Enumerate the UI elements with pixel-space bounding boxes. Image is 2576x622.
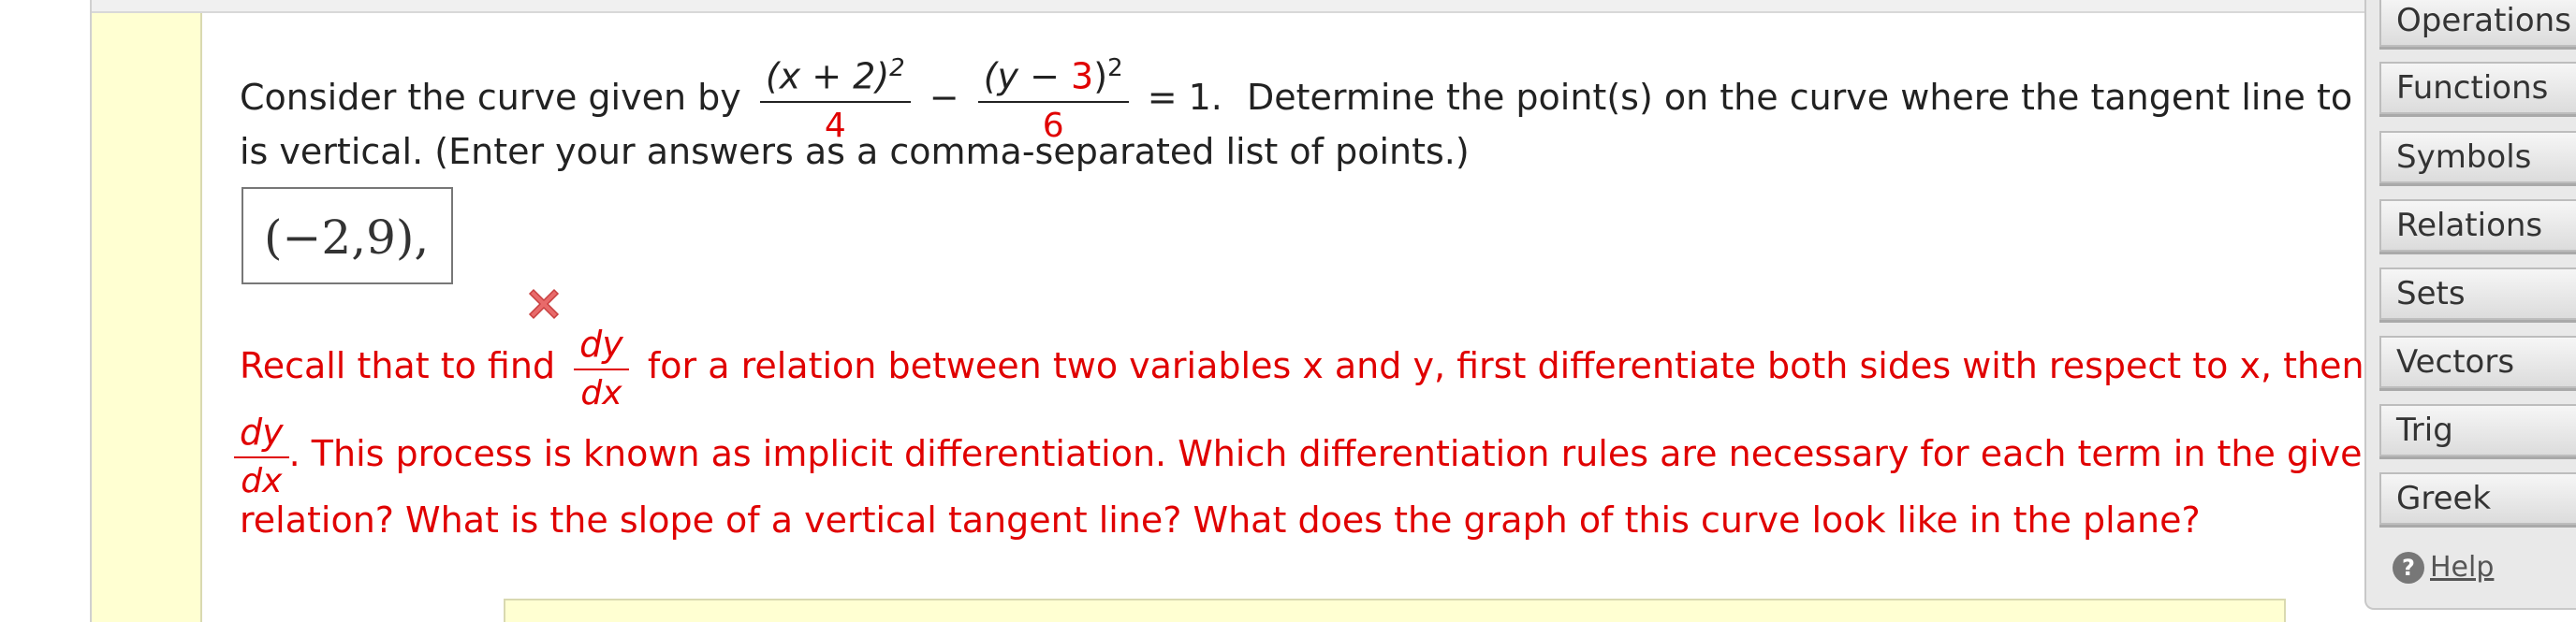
fraction-x-numerator: (x + 2)2	[759, 54, 911, 103]
feedback-text-start: Recall that to find	[240, 345, 556, 386]
minus-sign: −	[929, 76, 959, 118]
dx-denominator-2: dx	[241, 462, 283, 500]
question-line-1: Consider the curve given by (x + 2)2 4 −…	[240, 54, 2364, 145]
page: Consider the curve given by (x + 2)2 4 −…	[0, 0, 2576, 622]
palette-vectors-button[interactable]: Vectors	[2379, 336, 2576, 388]
help-label: Help	[2430, 551, 2495, 584]
dy-numerator-2: dy	[234, 412, 289, 458]
feedback-line-1: Recall that to find dy dx for a relation…	[240, 324, 2364, 412]
help-link[interactable]: ? Help	[2393, 550, 2494, 584]
feedback-line-2: dy dx . This process is known as implici…	[234, 412, 2364, 500]
dy-numerator: dy	[574, 324, 629, 370]
equals-one: = 1.	[1147, 76, 1222, 118]
palette-sets-button[interactable]: Sets	[2379, 268, 2576, 320]
question-line-2: is vertical. (Enter your answers as a co…	[240, 131, 1470, 172]
feedback-line-3: relation? What is the slope of a vertica…	[240, 499, 2201, 541]
dy-dx-fraction-2: dy dx	[234, 412, 289, 500]
panel-top-edge	[90, 0, 2364, 13]
dx-denominator: dx	[580, 374, 622, 412]
palette-relations-button[interactable]: Relations	[2379, 199, 2576, 252]
symbol-palette: Operations Functions Symbols Relations S…	[2364, 0, 2576, 610]
bottom-yellow-panel	[504, 599, 2286, 622]
question-intro: Consider the curve given by	[240, 76, 741, 118]
palette-greek-button[interactable]: Greek	[2379, 472, 2576, 525]
question-content: Consider the curve given by (x + 2)2 4 −…	[202, 13, 2364, 622]
palette-symbols-button[interactable]: Symbols	[2379, 131, 2576, 183]
help-icon: ?	[2393, 551, 2424, 584]
palette-functions-button[interactable]: Functions	[2379, 62, 2576, 114]
palette-trig-button[interactable]: Trig	[2379, 404, 2576, 456]
incorrect-x-icon	[528, 288, 560, 320]
dy-dx-fraction: dy dx	[574, 324, 629, 412]
question-side-strip	[92, 13, 202, 622]
palette-operations-button[interactable]: Operations	[2379, 0, 2576, 47]
feedback-text-rest: for a relation between two variables x a…	[647, 345, 2364, 386]
question-text-rest: Determine the point(s) on the curve wher…	[1246, 76, 2364, 118]
feedback-text-line2: . This process is known as implicit diff…	[288, 433, 2364, 474]
fraction-y-numerator: (y − 3)2	[977, 54, 1129, 103]
answer-input[interactable]: (−2,9),	[242, 187, 453, 284]
